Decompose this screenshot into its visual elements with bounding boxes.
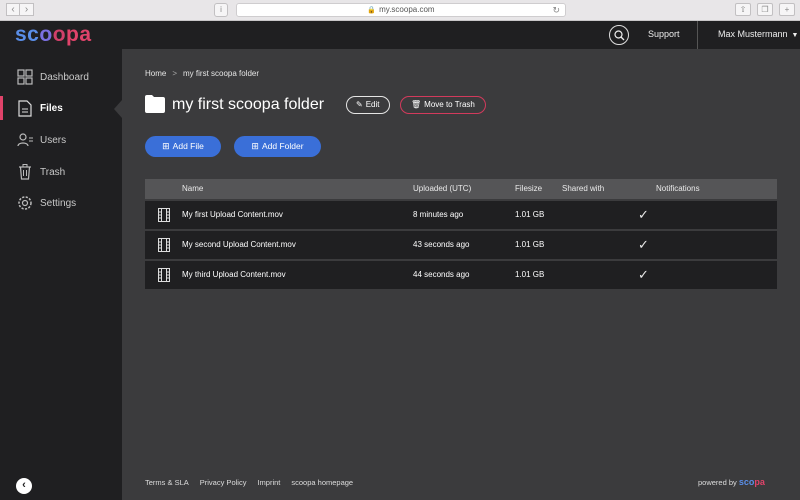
logo-part: sc xyxy=(15,23,40,46)
file-size: 1.01 GB xyxy=(515,210,545,219)
back-button[interactable]: ‹ xyxy=(6,3,20,16)
footer-link-terms[interactable]: Terms & SLA xyxy=(145,478,189,487)
tabs-icon[interactable]: ❐ xyxy=(757,3,773,16)
table-row[interactable]: My first Upload Content.mov 8 minutes ag… xyxy=(145,201,777,229)
gear-icon xyxy=(16,195,33,212)
new-tab-icon[interactable]: + xyxy=(779,3,795,16)
uploaded-time: 44 seconds ago xyxy=(413,270,470,279)
video-file-icon xyxy=(158,238,170,252)
breadcrumb-separator: > xyxy=(172,69,178,78)
sidebar-item-label: Settings xyxy=(40,197,77,209)
breadcrumb-current: my first scoopa folder xyxy=(183,69,260,78)
edit-icon: ✎ xyxy=(356,100,363,109)
logo-part: o xyxy=(39,23,53,46)
file-name[interactable]: My first Upload Content.mov xyxy=(182,210,283,219)
video-file-icon xyxy=(158,208,170,222)
edit-label: Edit xyxy=(365,100,380,109)
footer-link-imprint[interactable]: Imprint xyxy=(257,478,280,487)
browser-nav-buttons: ‹ › xyxy=(6,3,34,16)
add-file-icon: ⊞ xyxy=(162,141,170,151)
collapse-sidebar-button[interactable]: ‹ xyxy=(16,478,32,494)
sidebar-item-dashboard[interactable]: Dashboard xyxy=(0,65,122,89)
check-icon[interactable]: ✓ xyxy=(638,267,649,283)
user-name: Max Mustermann xyxy=(718,29,788,39)
sidebar-item-trash[interactable]: Trash xyxy=(0,160,122,184)
table-row[interactable]: My third Upload Content.mov 44 seconds a… xyxy=(145,261,777,289)
search-button[interactable] xyxy=(609,25,629,45)
folder-icon xyxy=(145,95,165,118)
uploaded-time: 43 seconds ago xyxy=(413,240,470,249)
file-name[interactable]: My third Upload Content.mov xyxy=(182,270,286,279)
scoopa-logo[interactable]: scoopa xyxy=(15,23,92,47)
sidebar-item-files[interactable]: Files xyxy=(0,96,122,120)
column-header-uploaded[interactable]: Uploaded (UTC) xyxy=(413,184,471,193)
browser-toolbar: ‹ › i 🔒 my.scoopa.com ↻ ⇧ ❐ + xyxy=(0,0,800,21)
sidebar-item-users[interactable]: Users xyxy=(0,128,122,152)
column-header-name[interactable]: Name xyxy=(182,184,203,193)
footer-links: Terms & SLA Privacy Policy Imprint scoop… xyxy=(145,478,353,487)
header-divider xyxy=(697,21,698,49)
site-info-icon[interactable]: i xyxy=(214,3,228,17)
trash-icon xyxy=(16,164,33,181)
add-folder-icon: ⊞ xyxy=(251,141,259,151)
add-file-button[interactable]: ⊞ Add File xyxy=(145,136,221,157)
file-name[interactable]: My second Upload Content.mov xyxy=(182,240,296,249)
breadcrumb-home[interactable]: Home xyxy=(145,69,166,78)
user-menu[interactable]: Max Mustermann ▼ xyxy=(718,29,798,39)
users-icon xyxy=(16,132,33,149)
table-row[interactable]: My second Upload Content.mov 43 seconds … xyxy=(145,231,777,259)
breadcrumb: Home > my first scoopa folder xyxy=(145,69,259,78)
check-icon[interactable]: ✓ xyxy=(638,207,649,223)
file-size: 1.01 GB xyxy=(515,240,545,249)
table-header: Name Uploaded (UTC) Filesize Shared with… xyxy=(145,179,777,199)
app-header: scoopa Support Max Mustermann ▼ xyxy=(0,21,800,49)
trash-icon: 🗑 xyxy=(411,100,422,109)
column-header-filesize[interactable]: Filesize xyxy=(515,184,542,193)
sidebar-item-label: Users xyxy=(40,134,67,146)
file-icon xyxy=(16,99,33,117)
sidebar: Dashboard Files Users Trash Settings xyxy=(0,49,122,500)
sidebar-item-label: Files xyxy=(40,102,63,114)
footer-link-homepage[interactable]: scoopa homepage xyxy=(291,478,353,487)
video-file-icon xyxy=(158,268,170,282)
check-icon[interactable]: ✓ xyxy=(638,237,649,253)
sidebar-item-label: Trash xyxy=(40,166,66,178)
scoopa-mini-logo: scopa xyxy=(739,477,765,487)
edit-button[interactable]: ✎ Edit xyxy=(346,96,390,114)
powered-by-label: powered by xyxy=(698,478,737,487)
mini-logo-part: sco xyxy=(738,477,755,487)
share-icon[interactable]: ⇧ xyxy=(735,3,751,16)
logo-part: o xyxy=(52,23,67,46)
address-bar[interactable]: 🔒 my.scoopa.com ↻ xyxy=(236,3,566,17)
add-folder-label: Add Folder xyxy=(261,141,304,151)
chevron-down-icon: ▼ xyxy=(791,32,799,39)
active-indicator xyxy=(114,100,122,118)
add-file-label: Add File xyxy=(172,141,204,151)
files-table: Name Uploaded (UTC) Filesize Shared with… xyxy=(145,179,777,289)
chevron-left-icon: ‹ xyxy=(22,479,26,491)
powered-by[interactable]: powered by scopa xyxy=(698,477,765,487)
sidebar-item-settings[interactable]: Settings xyxy=(0,191,122,215)
trash-label: Move to Trash xyxy=(424,100,475,109)
grid-icon xyxy=(16,69,33,86)
uploaded-time: 8 minutes ago xyxy=(413,210,464,219)
file-size: 1.01 GB xyxy=(515,270,545,279)
add-folder-button[interactable]: ⊞ Add Folder xyxy=(234,136,321,157)
move-to-trash-button[interactable]: 🗑 Move to Trash xyxy=(400,96,486,114)
column-header-shared[interactable]: Shared with xyxy=(562,184,604,193)
url-text: my.scoopa.com xyxy=(379,5,435,14)
mini-logo-part: pa xyxy=(754,477,765,487)
page-title: my first scoopa folder xyxy=(172,96,325,113)
reload-icon[interactable]: ↻ xyxy=(552,4,560,16)
footer-link-privacy[interactable]: Privacy Policy xyxy=(200,478,247,487)
sidebar-item-label: Dashboard xyxy=(40,71,89,83)
search-icon xyxy=(614,30,625,41)
support-link[interactable]: Support xyxy=(648,29,680,39)
browser-right-buttons: ⇧ ❐ + xyxy=(735,3,795,16)
logo-part: pa xyxy=(66,23,92,46)
lock-icon: 🔒 xyxy=(367,7,377,14)
column-header-notifications[interactable]: Notifications xyxy=(656,184,700,193)
forward-button[interactable]: › xyxy=(20,3,34,16)
